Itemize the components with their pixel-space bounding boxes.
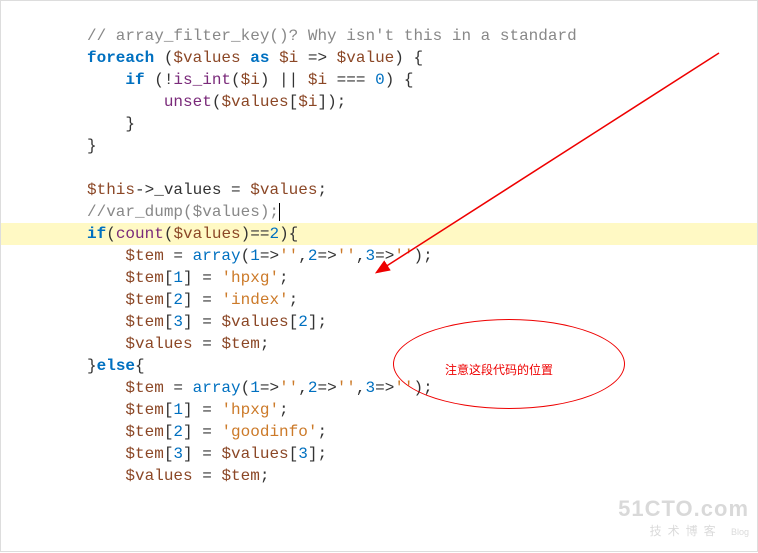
string-hpxg: 'hpxg' (221, 401, 279, 419)
var-i: $i (298, 93, 317, 111)
string-index: 'index' (221, 291, 288, 309)
string-hpxg: 'hpxg' (221, 269, 279, 287)
var-values: $values (173, 49, 240, 67)
string-goodinfo: 'goodinfo' (221, 423, 317, 441)
const-two: 2 (269, 225, 279, 243)
var-tem: $tem (125, 379, 163, 397)
const-two: 2 (308, 247, 318, 265)
var-tem: $tem (125, 445, 163, 463)
const-three: 3 (366, 247, 376, 265)
var-values: $values (221, 93, 288, 111)
keyword-as: as (250, 49, 269, 67)
const-one: 1 (173, 401, 183, 419)
string-empty: '' (337, 247, 356, 265)
var-values: $values (250, 181, 317, 199)
var-values: $values (125, 335, 192, 353)
var-tem: $tem (221, 335, 259, 353)
string-empty: '' (394, 247, 413, 265)
var-tem: $tem (125, 291, 163, 309)
string-empty: '' (337, 379, 356, 397)
var-this: $this (87, 181, 135, 199)
comment-line: // array_filter_key()? Why isn't this in… (87, 27, 577, 45)
var-values: $values (125, 467, 192, 485)
code-block: // array_filter_key()? Why isn't this in… (87, 3, 577, 487)
fn-isint: is_int (173, 71, 231, 89)
prop-values: _values (154, 181, 221, 199)
watermark-site: 51CTO.com (618, 498, 749, 520)
keyword-if: if (87, 225, 106, 243)
text-cursor (279, 203, 280, 221)
var-tem: $tem (125, 247, 163, 265)
var-values: $values (221, 313, 288, 331)
annotation-label: 注意这段代码的位置 (445, 359, 553, 381)
const-three: 3 (298, 445, 308, 463)
const-three: 3 (173, 445, 183, 463)
const-two: 2 (298, 313, 308, 331)
keyword-array: array (193, 247, 241, 265)
const-two: 2 (173, 423, 183, 441)
var-tem: $tem (125, 313, 163, 331)
var-i: $i (241, 71, 260, 89)
var-value: $value (337, 49, 395, 67)
var-tem: $tem (125, 423, 163, 441)
const-two: 2 (308, 379, 318, 397)
string-empty: '' (279, 379, 298, 397)
string-empty: '' (279, 247, 298, 265)
const-three: 3 (366, 379, 376, 397)
var-tem: $tem (221, 467, 259, 485)
comment-vardump: //var_dump($values); (87, 203, 279, 221)
var-tem: $tem (125, 269, 163, 287)
const-one: 1 (173, 269, 183, 287)
watermark-sub: 技术博客 Blog (618, 520, 749, 543)
keyword-array: array (193, 379, 241, 397)
const-two: 2 (173, 291, 183, 309)
const-three: 3 (173, 313, 183, 331)
var-values: $values (173, 225, 240, 243)
keyword-else: else (97, 357, 135, 375)
fn-unset: unset (164, 93, 212, 111)
var-i: $i (308, 71, 327, 89)
const-one: 1 (250, 379, 260, 397)
var-i: $i (279, 49, 298, 67)
const-zero: 0 (375, 71, 385, 89)
const-one: 1 (250, 247, 260, 265)
fn-count: count (116, 225, 164, 243)
watermark: 51CTO.com 技术博客 Blog (618, 498, 749, 543)
keyword-foreach: foreach (87, 49, 154, 67)
var-tem: $tem (125, 401, 163, 419)
keyword-if: if (125, 71, 144, 89)
var-values: $values (221, 445, 288, 463)
